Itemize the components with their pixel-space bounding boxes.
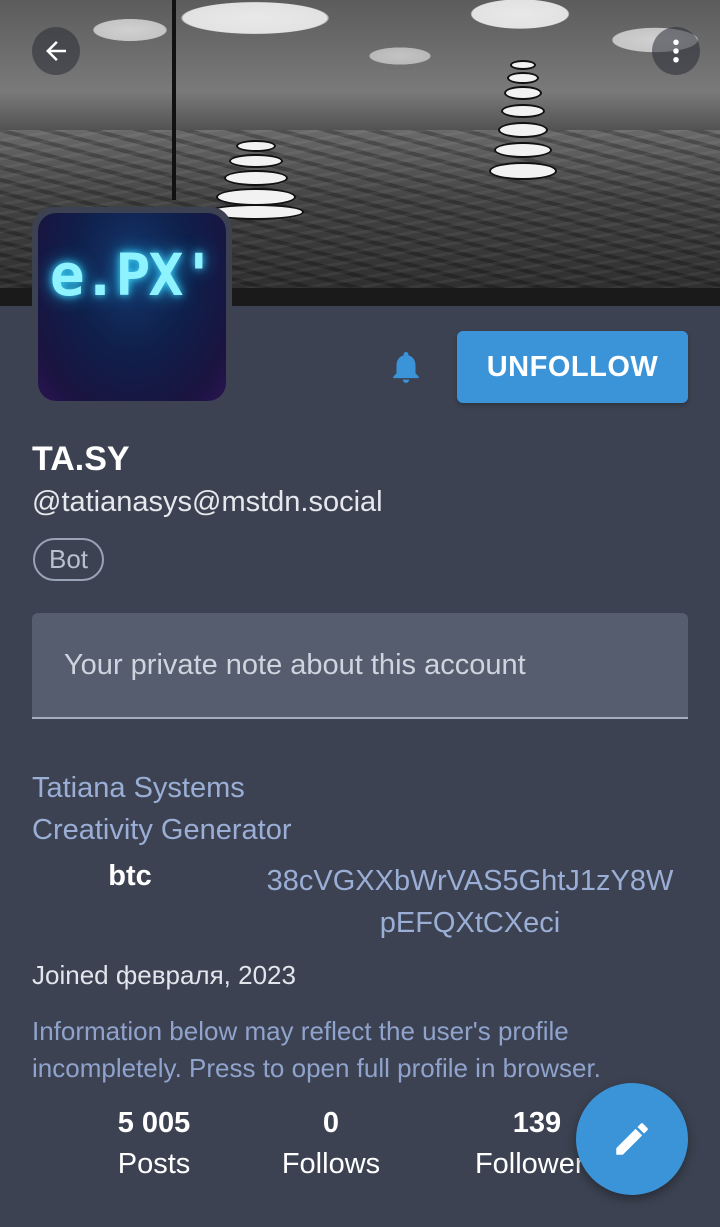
account-handle[interactable]: @tatianasys@mstdn.social: [32, 486, 383, 519]
stat-label: Posts: [117, 1148, 191, 1180]
notify-button[interactable]: [384, 345, 428, 389]
pencil-icon: [616, 1123, 648, 1155]
more-vertical-icon: [673, 39, 679, 63]
display-name: TA.SY: [32, 440, 130, 478]
joined-date: Joined февраля, 2023: [32, 960, 296, 990]
stat-follows[interactable]: 0 Follows: [266, 1107, 396, 1181]
bell-icon: [393, 351, 419, 383]
private-note-field[interactable]: Your private note about this account: [32, 613, 688, 719]
avatar-image: e.PX': [38, 213, 226, 401]
compose-button[interactable]: [576, 1083, 688, 1195]
header-stone-stack-right: [478, 60, 568, 190]
bio-line: Creativity Generator: [32, 814, 292, 846]
profile-avatar[interactable]: e.PX': [32, 207, 232, 407]
stat-label: Follows: [281, 1148, 381, 1180]
bio-line: Tatiana Systems: [32, 772, 245, 804]
avatar-logo-text: e.PX': [49, 241, 217, 309]
stat-value: 0: [322, 1107, 340, 1139]
header-pole: [172, 0, 176, 200]
header-stone-stack-left: [206, 140, 306, 220]
profile-bio: Tatiana Systems Creativity Generator: [32, 767, 292, 851]
open-in-browser-note[interactable]: Information below may reflect the user's…: [32, 1013, 672, 1087]
back-button[interactable]: [32, 27, 80, 75]
stat-posts[interactable]: 5 005 Posts: [94, 1107, 214, 1181]
profile-field-value[interactable]: 38cVGXXbWrVAS5GhtJ1zY8WpEFQXtCXeci: [260, 860, 680, 944]
stat-value: 5 005: [117, 1107, 191, 1139]
unfollow-button[interactable]: UNFOLLOW: [457, 331, 688, 403]
more-options-button[interactable]: [652, 27, 700, 75]
bot-badge: Bot: [33, 538, 105, 581]
arrow-left-icon: [46, 41, 66, 61]
profile-field-name: btc: [108, 860, 152, 892]
